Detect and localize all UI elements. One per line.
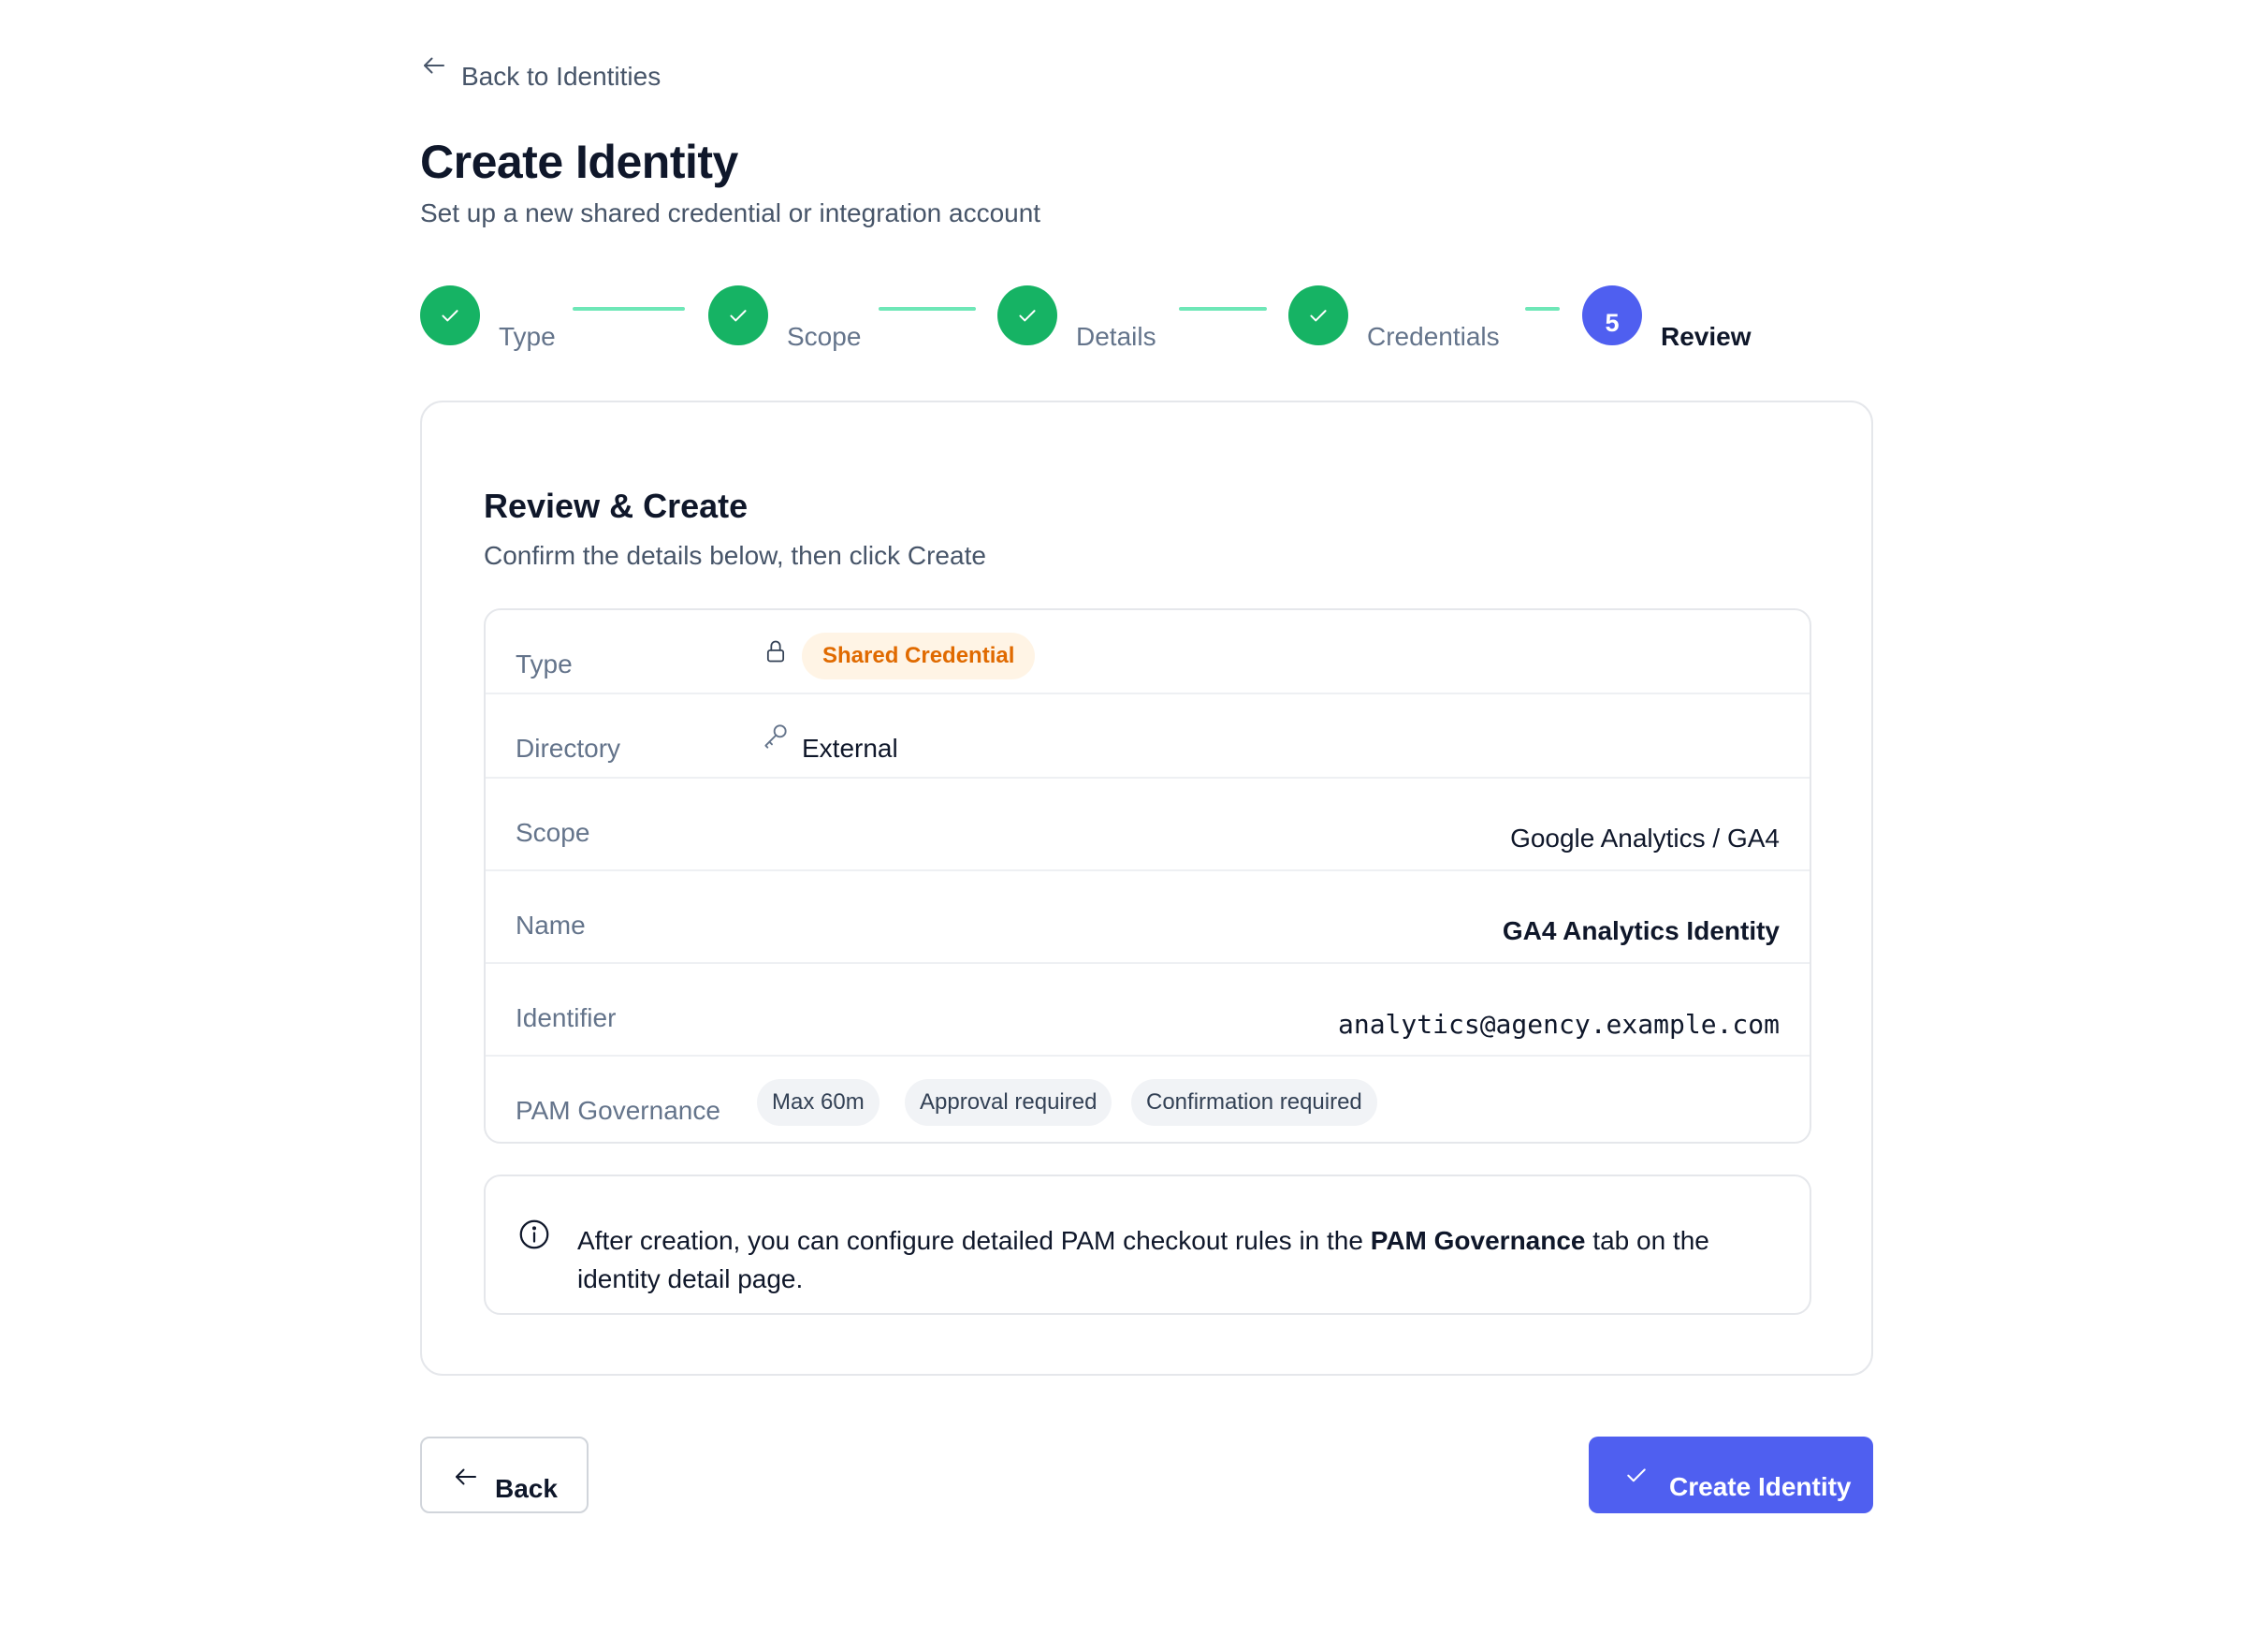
row-label: Directory — [516, 734, 621, 763]
step-connector — [1525, 307, 1560, 311]
step-details: Details — [997, 279, 1156, 352]
step-scope: Scope — [708, 279, 861, 352]
back-button-label: Back — [495, 1474, 558, 1503]
pam-pill-max-duration: Max 60m — [757, 1079, 880, 1126]
back-to-identities-link[interactable]: Back to Identities — [420, 49, 661, 92]
step-connector — [879, 307, 976, 311]
check-icon — [1019, 310, 1036, 322]
step-label-scope: Scope — [787, 322, 862, 351]
review-row-pam-governance: PAM Governance Max 60m Approval required… — [486, 1057, 1810, 1142]
create-identity-label: Create Identity — [1669, 1472, 1852, 1501]
step-connector — [1179, 307, 1267, 311]
step-complete-circle — [1288, 285, 1348, 345]
step-complete-circle — [997, 285, 1057, 345]
step-review: 5 Review — [1582, 279, 1752, 352]
row-label: Scope — [516, 818, 590, 847]
step-complete-circle — [708, 285, 768, 345]
check-icon — [442, 310, 458, 322]
step-label-credentials: Credentials — [1367, 322, 1500, 351]
row-label: Identifier — [516, 1003, 617, 1032]
arrow-left-icon — [456, 1468, 476, 1485]
info-text: After creation, you can configure detail… — [577, 1221, 1756, 1298]
row-label: Type — [516, 649, 573, 679]
info-icon — [519, 1219, 549, 1249]
page-title: Create Identity — [420, 136, 738, 188]
row-label: Name — [516, 911, 586, 940]
step-type: Type — [420, 279, 556, 352]
info-text-bold: PAM Governance — [1370, 1226, 1586, 1255]
step-label-type: Type — [499, 322, 556, 351]
review-summary-table: Type Shared Credential Directory Externa… — [484, 608, 1811, 1144]
back-button[interactable]: Back — [420, 1437, 589, 1513]
lock-icon — [766, 640, 785, 663]
key-icon — [764, 724, 787, 749]
scope-value: Google Analytics / GA4 — [1510, 824, 1780, 853]
review-row-identifier: Identifier analytics@agency.example.com — [486, 964, 1810, 1057]
review-row-name: Name GA4 Analytics Identity — [486, 871, 1810, 964]
step-number: 5 — [1605, 308, 1620, 337]
step-label-details: Details — [1076, 322, 1156, 351]
directory-value: External — [802, 734, 898, 763]
review-title: Review & Create — [484, 487, 749, 525]
identifier-value: analytics@agency.example.com — [1337, 1009, 1780, 1040]
review-card: Review & Create Confirm the details belo… — [420, 401, 1873, 1376]
review-subtitle: Confirm the details below, then click Cr… — [484, 541, 986, 570]
check-icon — [1310, 310, 1327, 322]
name-value: GA4 Analytics Identity — [1502, 916, 1780, 945]
pam-pill-confirmation: Confirmation required — [1131, 1079, 1377, 1126]
arrow-left-icon — [424, 57, 444, 74]
step-active-circle: 5 — [1582, 285, 1642, 345]
check-icon — [1627, 1468, 1646, 1482]
review-row-directory: Directory External — [486, 694, 1810, 779]
review-row-scope: Scope Google Analytics / GA4 — [486, 779, 1810, 871]
info-callout: After creation, you can configure detail… — [484, 1175, 1811, 1315]
create-identity-button[interactable]: Create Identity — [1589, 1437, 1873, 1513]
step-connector — [573, 307, 685, 311]
review-row-type: Type Shared Credential — [486, 610, 1810, 694]
row-label: PAM Governance — [516, 1096, 720, 1125]
check-icon — [730, 310, 747, 322]
pam-pill-approval: Approval required — [905, 1079, 1112, 1126]
step-label-review: Review — [1661, 322, 1752, 351]
type-badge: Shared Credential — [802, 633, 1036, 679]
step-complete-circle — [420, 285, 480, 345]
stepper: Type Scope Details Credentials 5 Review — [420, 279, 1873, 351]
info-text-before: After creation, you can configure detail… — [577, 1226, 1371, 1255]
page-subtitle: Set up a new shared credential or integr… — [420, 198, 1041, 227]
back-to-identities-label: Back to Identities — [461, 62, 662, 91]
step-credentials: Credentials — [1288, 279, 1500, 352]
